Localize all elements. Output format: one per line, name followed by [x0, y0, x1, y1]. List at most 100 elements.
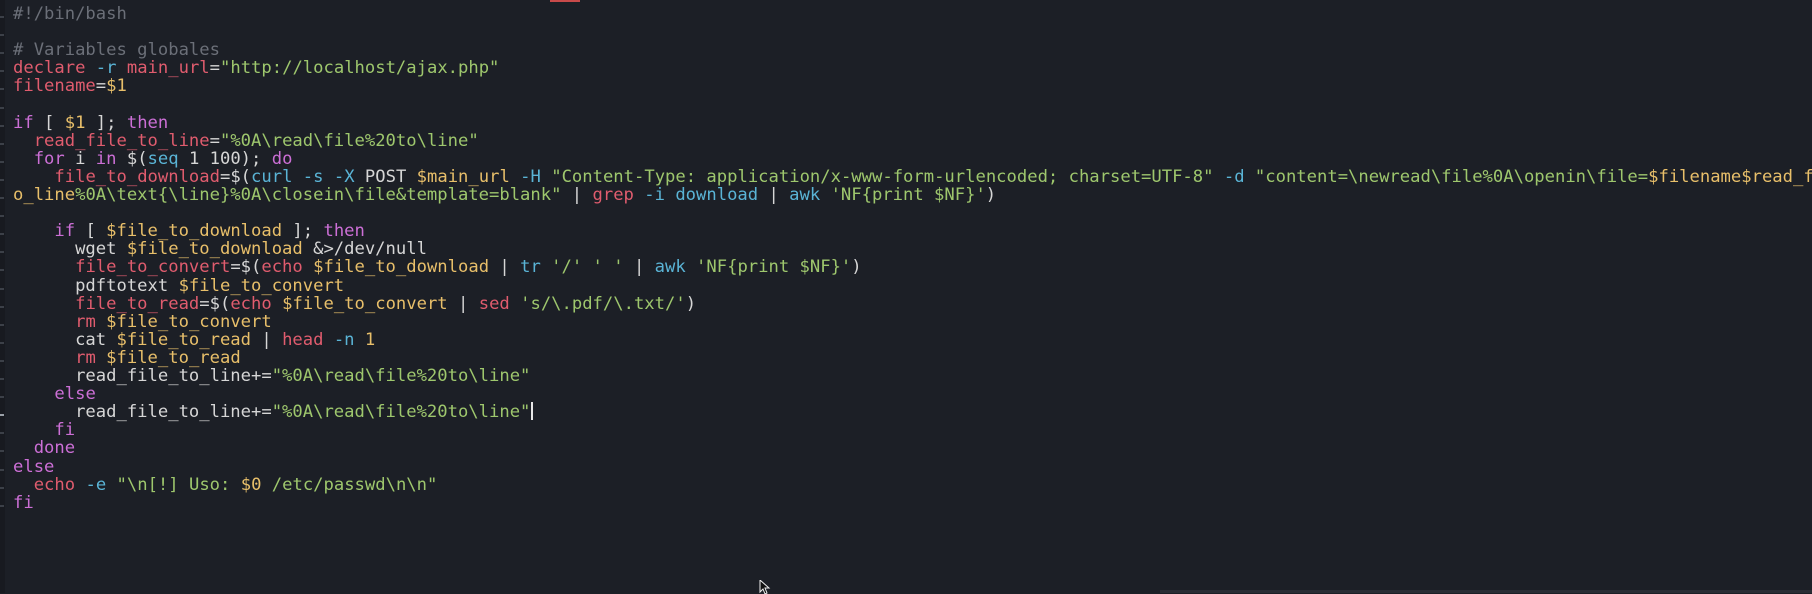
code-editor[interactable]: #!/bin/bash # Variables globales declare -… — [0, 0, 1812, 594]
code-token: $file_to_download — [313, 257, 490, 278]
gutter-mark — [0, 341, 4, 344]
code-token: ) — [985, 185, 997, 205]
code-token: "content=\newread\file%0A\openin\file= — [1254, 166, 1649, 187]
code-token: $filename$read_file_t — [1648, 166, 1812, 187]
code-token: curl — [251, 166, 293, 187]
code-token: %0A\text{\line}%0A\closein\file&template… — [75, 185, 562, 205]
gutter-mark — [0, 432, 4, 435]
code-token: else — [13, 456, 55, 477]
code-token: tr — [520, 257, 541, 278]
code-token: filename — [13, 76, 96, 97]
code-token: 'NF{print $NF}' — [696, 257, 852, 278]
code-line[interactable]: read_file_to_line+="%0A\read\file%20to\l… — [13, 402, 534, 423]
gutter-mark — [0, 178, 4, 181]
gutter-mark — [0, 323, 4, 326]
code-line[interactable]: echo -e "\n[!] Uso: $0 /etc/passwd\n\n" — [13, 474, 438, 496]
code-token: ]; — [282, 221, 324, 242]
window-accent — [550, 0, 580, 2]
code-token: main_url — [126, 58, 210, 79]
code-token: then — [323, 221, 365, 242]
code-token: #!/bin/bash — [13, 4, 127, 24]
code-token: [ — [33, 112, 65, 133]
code-token: i — [64, 148, 96, 169]
code-token: o_line — [13, 185, 76, 205]
gutter-mark — [0, 378, 4, 380]
code-token: "%0A\read\file%20to\line" — [271, 366, 531, 386]
code-token: file_to_convert — [75, 257, 231, 278]
code-token: for — [33, 148, 65, 169]
code-token: $0 — [240, 474, 262, 495]
code-token: cat — [13, 329, 117, 350]
code-token: '/' ' ' — [551, 257, 624, 278]
gutter-mark — [0, 124, 4, 127]
code-token: seq — [147, 148, 179, 169]
code-token: grep — [592, 185, 634, 205]
code-token: -X — [333, 166, 355, 187]
gutter-mark — [0, 52, 4, 55]
gutter-mark — [0, 251, 4, 254]
code-token: read_file_to_line — [33, 130, 210, 151]
code-token: 'NF{print $NF}' — [830, 185, 986, 205]
code-token: $file_to_read — [116, 329, 252, 350]
code-line[interactable]: filename=$1 — [13, 76, 127, 97]
code-token: -n — [333, 329, 355, 350]
code-token: = — [95, 76, 107, 97]
code-token: $( — [116, 148, 148, 169]
code-token: head — [282, 329, 324, 350]
gutter-mark — [0, 396, 4, 399]
code-token: 1 100); — [178, 148, 272, 169]
code-token: # Variables globales — [13, 40, 220, 61]
gutter-mark — [0, 287, 4, 290]
gutter-mark — [0, 197, 4, 199]
code-token: | — [489, 257, 521, 278]
gutter-mark — [0, 215, 4, 218]
code-token: | — [561, 185, 593, 205]
code-token: awk — [789, 185, 821, 205]
gutter-mark — [0, 16, 4, 18]
code-token: -e — [85, 474, 107, 495]
code-token: 1 — [364, 329, 376, 350]
code-token: read_file_to_line+= — [13, 402, 272, 423]
code-token: = — [209, 58, 221, 79]
code-line[interactable]: o_line%0A\text{\line}%0A\closein\file&te… — [13, 185, 996, 206]
code-token: file_to_download — [54, 166, 220, 187]
code-token: ) — [685, 293, 697, 314]
code-token: -r — [95, 58, 117, 79]
code-token: =$( — [199, 293, 231, 314]
code-token: | — [251, 329, 283, 350]
gutter-mark — [0, 504, 4, 507]
code-token: "%0A\read\file%20to\line" — [219, 130, 479, 151]
code-token: ]; — [85, 112, 127, 133]
code-line[interactable]: fi — [13, 493, 34, 514]
code-token: | — [623, 257, 655, 278]
gutter-mark — [0, 142, 4, 145]
code-token: ) — [851, 257, 862, 278]
code-token: file_to_read — [75, 293, 200, 314]
code-token: else — [54, 384, 96, 405]
mouse-pointer-icon — [759, 580, 771, 594]
code-token: "\n[!] Uso: — [116, 474, 241, 495]
code-line[interactable]: #!/bin/bash — [13, 4, 127, 25]
code-token: echo — [230, 293, 272, 314]
code-token: | — [447, 293, 479, 314]
code-token: -H — [520, 166, 541, 187]
code-token: rm — [75, 311, 96, 332]
gutter-mark — [0, 414, 4, 417]
code-token: fi — [54, 420, 76, 441]
